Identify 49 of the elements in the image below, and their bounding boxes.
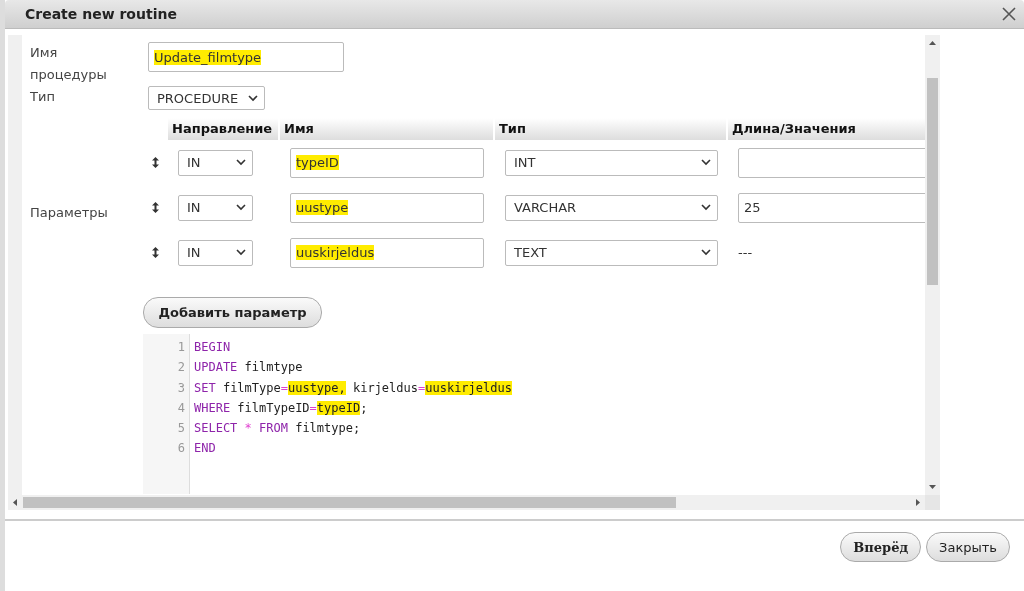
drag-handle-icon[interactable]	[152, 157, 159, 168]
code-line: SELECT * FROM filmtype;	[194, 420, 362, 438]
param-type-select[interactable]: INT	[505, 149, 718, 176]
line-number: 4	[177, 399, 185, 417]
line-number: 2	[177, 359, 185, 377]
direction-select[interactable]: IN	[178, 239, 253, 266]
chevron-down-icon	[701, 159, 711, 166]
direction-select[interactable]: IN	[178, 194, 253, 221]
line-number: 6	[177, 440, 185, 458]
line-number: 3	[177, 379, 185, 397]
scrollbar-thumb[interactable]	[927, 78, 938, 285]
name-input[interactable]: Update_filmtype	[148, 42, 344, 72]
param-name-input[interactable]: uustype	[290, 192, 484, 223]
field-label: Имя процедуры	[30, 44, 108, 84]
code-line: BEGIN	[194, 339, 232, 356]
param-type-select[interactable]: TEXT	[505, 239, 718, 266]
chevron-down-icon	[236, 159, 246, 166]
field-label: Тип	[30, 88, 56, 106]
chevron-down-icon	[248, 94, 258, 102]
dialog-button[interactable]: Вперёд	[840, 532, 922, 562]
param-name-input[interactable]: uuskirjeldus	[290, 237, 484, 268]
close-button[interactable]	[1000, 5, 1018, 23]
chevron-down-icon	[236, 204, 246, 211]
column-header: Тип	[495, 118, 728, 140]
chevron-down-icon	[236, 249, 246, 256]
scrollbar-thumb[interactable]	[23, 497, 676, 508]
drag-handle-icon[interactable]	[152, 202, 159, 213]
dialog-button[interactable]: Закрыть	[926, 532, 1010, 562]
chevron-down-icon	[701, 249, 711, 256]
length-input[interactable]	[738, 147, 925, 178]
line-number: 5	[177, 420, 185, 438]
chevron-down-icon	[701, 204, 711, 211]
code-line: UPDATE filmtype	[194, 359, 304, 377]
length-input[interactable]: 25	[738, 192, 925, 223]
column-header: Длина/Значения	[728, 118, 925, 140]
scrollbar-corner	[925, 495, 940, 510]
type-select[interactable]: PROCEDURE	[148, 86, 265, 110]
direction-select[interactable]: IN	[178, 149, 253, 176]
code-line: END	[194, 440, 217, 458]
drag-handle-icon[interactable]	[152, 247, 159, 258]
length-text: ---	[738, 245, 753, 260]
field-label: Параметры	[30, 203, 108, 222]
column-header: Имя	[280, 118, 495, 140]
param-type-select[interactable]: VARCHAR	[505, 194, 718, 221]
column-header: Направление	[168, 118, 280, 140]
param-name-input[interactable]: typeID	[290, 147, 484, 178]
dialog-title: Create new routine	[25, 6, 177, 22]
add-parameter-button[interactable]: Добавить параметр	[143, 297, 322, 328]
line-number: 1	[177, 339, 185, 356]
